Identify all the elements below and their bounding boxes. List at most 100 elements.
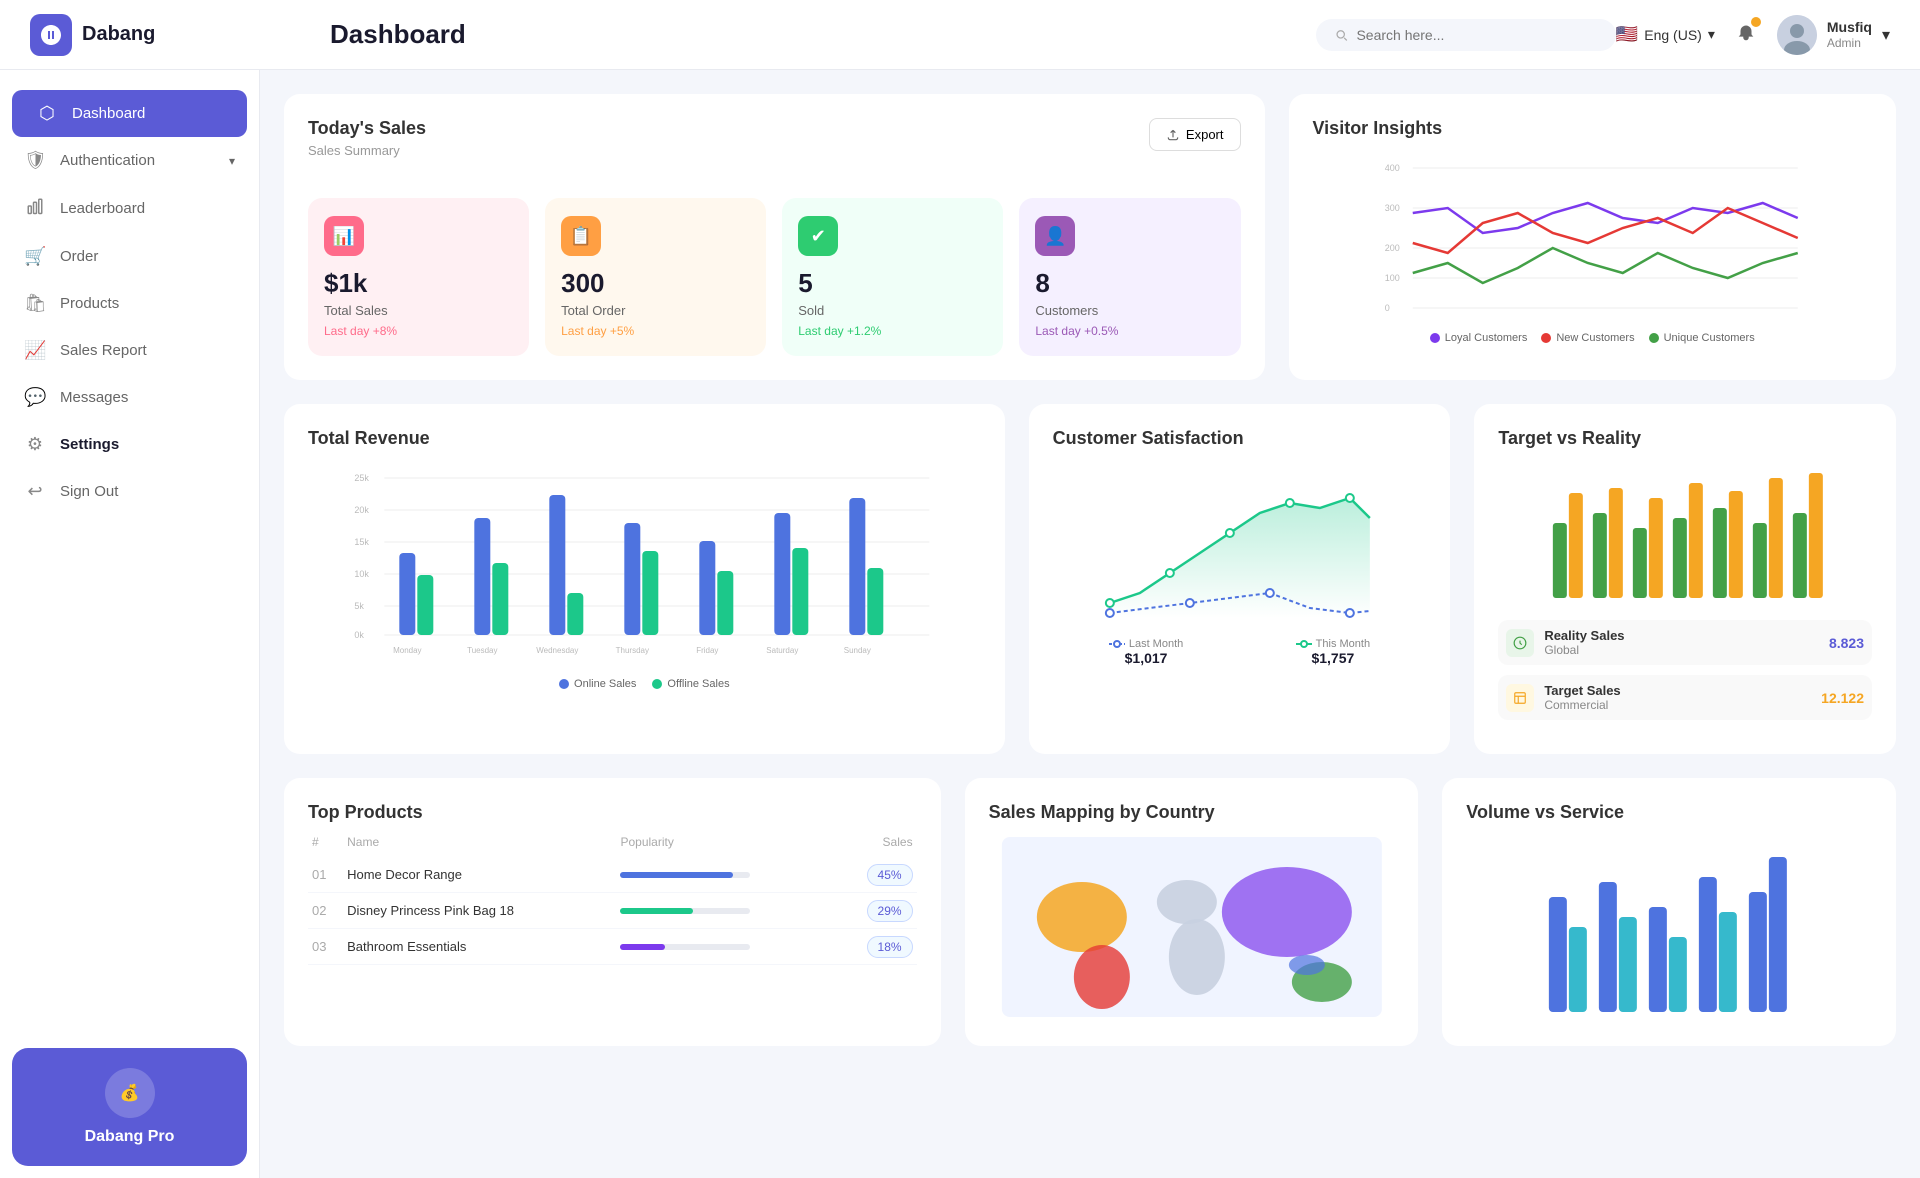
user-role: Admin <box>1827 36 1872 52</box>
revenue-chart-legend: Online Sales Offline Sales <box>308 678 981 690</box>
popularity-cell <box>616 929 832 965</box>
col-rank: # <box>308 827 343 857</box>
target-sublabel: Commercial <box>1544 698 1620 712</box>
sidebar-item-products[interactable]: 🛍 Products <box>0 280 259 327</box>
sales-cell: 45% <box>832 857 916 893</box>
sidebar-item-dashboard[interactable]: ⬡ Dashboard <box>12 90 247 137</box>
sidebar-item-leaderboard[interactable]: Leaderboard <box>0 184 259 233</box>
sales-cell: 18% <box>832 929 916 965</box>
this-month-value: $1,757 <box>1296 650 1370 666</box>
total-order-icon: 📋 <box>561 216 601 256</box>
total-revenue-chart: 25k 20k 15k 10k 5k 0k <box>308 463 981 663</box>
chevron-down-icon: ▾ <box>1708 26 1715 43</box>
logo-icon[interactable] <box>30 14 72 56</box>
target-vs-reality-title: Target vs Reality <box>1498 428 1872 449</box>
svg-text:Tuesday: Tuesday <box>467 646 497 655</box>
visitor-insights-card: Visitor Insights 400 300 200 100 0 <box>1289 94 1897 380</box>
satisfaction-values: Last Month $1,017 This Month $1,757 <box>1053 638 1427 666</box>
sidebar-item-messages[interactable]: 💬 Messages <box>0 374 259 421</box>
top-products-card: Top Products # Name Popularity Sales 01 … <box>284 778 941 1046</box>
flag-icon: 🇺🇸 <box>1616 24 1638 45</box>
sidebar-item-sales-report[interactable]: 📈 Sales Report <box>0 327 259 374</box>
last-month-value: $1,017 <box>1109 650 1183 666</box>
section-top: Today's Sales Sales Summary Export 📊 $1k <box>284 94 1896 380</box>
sidebar-label-dashboard: Dashboard <box>72 105 145 122</box>
legend-online-sales: Online Sales <box>559 678 636 690</box>
total-sales-change: Last day +8% <box>324 324 513 338</box>
svg-text:Sunday: Sunday <box>844 646 871 655</box>
sidebar-label-messages: Messages <box>60 389 128 406</box>
avatar <box>1777 15 1817 55</box>
stat-card-customers: 👤 8 Customers Last day +0.5% <box>1019 198 1240 356</box>
svg-text:Saturday: Saturday <box>766 646 798 655</box>
svg-text:100: 100 <box>1384 273 1399 283</box>
this-month-line-icon <box>1296 639 1312 649</box>
rank-cell: 01 <box>308 857 343 893</box>
settings-icon: ⚙ <box>24 434 46 455</box>
leaderboard-icon <box>24 197 46 220</box>
messages-icon: 💬 <box>24 387 46 408</box>
visitor-insights-title: Visitor Insights <box>1313 118 1873 139</box>
svg-text:15k: 15k <box>354 537 369 547</box>
total-sales-icon: 📊 <box>324 216 364 256</box>
customers-label: Customers <box>1035 303 1224 318</box>
total-order-value: 300 <box>561 268 750 299</box>
language-label: Eng (US) <box>1644 27 1702 43</box>
svg-text:0k: 0k <box>354 630 364 640</box>
svg-text:300: 300 <box>1384 203 1399 213</box>
reality-icon <box>1506 629 1534 657</box>
sidebar-label-order: Order <box>60 248 98 265</box>
export-icon <box>1166 128 1180 142</box>
table-row: 03 Bathroom Essentials 18% <box>308 929 917 965</box>
sidebar-label-sales-report: Sales Report <box>60 342 147 359</box>
dashboard-icon: ⬡ <box>36 103 58 124</box>
popularity-cell <box>616 893 832 929</box>
name-cell: Disney Princess Pink Bag 18 <box>343 893 616 929</box>
last-month-label: Last Month <box>1129 638 1183 650</box>
volume-vs-service-chart <box>1466 837 1872 1017</box>
total-order-label: Total Order <box>561 303 750 318</box>
target-sales-row: Target Sales Commercial 12.122 <box>1498 675 1872 720</box>
sidebar-label-sign-out: Sign Out <box>60 483 118 500</box>
user-area[interactable]: Musfiq Admin ▾ <box>1777 15 1890 55</box>
sign-out-icon: ↩ <box>24 481 46 502</box>
user-chevron-icon: ▾ <box>1882 25 1890 45</box>
sidebar-label-settings: Settings <box>60 436 119 453</box>
chevron-down-icon: ▾ <box>229 154 235 168</box>
svg-text:Thursday: Thursday <box>616 646 649 655</box>
col-sales: Sales <box>832 827 916 857</box>
sidebar-item-order[interactable]: 🛒 Order <box>0 233 259 280</box>
sidebar-item-settings[interactable]: ⚙ Settings <box>0 421 259 468</box>
legend-new-customers: New Customers <box>1541 332 1634 344</box>
target-vs-reality-card: Target vs Reality <box>1474 404 1896 754</box>
sold-icon: ✔ <box>798 216 838 256</box>
visitor-legend: Loyal Customers New Customers Unique Cus… <box>1313 332 1873 344</box>
notification-button[interactable] <box>1735 21 1757 48</box>
sidebar-item-authentication[interactable]: 🛡 Authentication ▾ <box>0 137 259 184</box>
name-cell: Home Decor Range <box>343 857 616 893</box>
export-button[interactable]: Export <box>1149 118 1241 151</box>
reality-value: 8.823 <box>1829 635 1864 651</box>
customers-value: 8 <box>1035 268 1224 299</box>
volume-vs-service-card: Volume vs Service <box>1442 778 1896 1046</box>
col-name: Name <box>343 827 616 857</box>
customer-satisfaction-title: Customer Satisfaction <box>1053 428 1427 449</box>
sidebar: ⬡ Dashboard 🛡 Authentication ▾ Leaderboa… <box>0 70 260 1178</box>
sidebar-bottom-promo[interactable]: 💰 Dabang Pro <box>12 1048 247 1166</box>
sidebar-item-sign-out[interactable]: ↩ Sign Out <box>0 468 259 515</box>
sales-report-icon: 📈 <box>24 340 46 361</box>
language-selector[interactable]: 🇺🇸 Eng (US) ▾ <box>1616 24 1715 45</box>
svg-text:Friday: Friday <box>696 646 718 655</box>
export-label: Export <box>1186 127 1224 142</box>
last-month-line-icon <box>1109 639 1125 649</box>
logo-text: Dabang <box>82 23 155 46</box>
search-bar[interactable] <box>1316 19 1616 51</box>
search-input[interactable] <box>1356 27 1597 43</box>
notification-badge <box>1751 17 1761 27</box>
reality-label: Reality Sales <box>1544 628 1624 643</box>
sold-change: Last day +1.2% <box>798 324 987 338</box>
shield-icon: 🛡 <box>24 150 46 171</box>
customer-satisfaction-card: Customer Satisfaction <box>1029 404 1451 754</box>
svg-text:Monday: Monday <box>393 646 421 655</box>
total-order-change: Last day +5% <box>561 324 750 338</box>
